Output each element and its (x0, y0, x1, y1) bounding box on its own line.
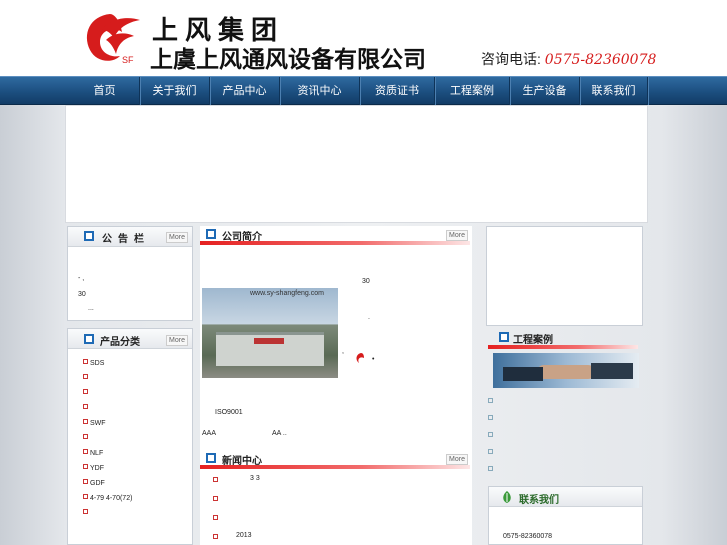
category-link[interactable]: SWF (90, 420, 106, 427)
bullet-icon (213, 496, 218, 501)
category-link[interactable]: NLF (90, 450, 103, 457)
banner (65, 105, 648, 223)
bullet-icon (213, 477, 218, 482)
news-center: 新闻中心 More 3 3 2013 (200, 450, 472, 545)
nav-item-equipment[interactable]: 生产设备 (510, 77, 580, 106)
notice-line[interactable]: ... (88, 305, 94, 312)
intro-text: 30 (362, 278, 370, 285)
square-icon (206, 453, 216, 463)
right-ad-box (486, 226, 643, 326)
intro-more-link[interactable]: More (446, 230, 468, 241)
category-link[interactable]: SDS (90, 360, 104, 367)
nav-item-certificates[interactable]: 资质证书 (360, 77, 435, 106)
notice-title: 公告栏 (102, 234, 150, 245)
bullet-icon (83, 494, 88, 499)
bullet-icon (83, 509, 88, 514)
contact-header: 联系我们 (489, 487, 642, 507)
notice-line[interactable]: 30 (78, 291, 86, 298)
handshake-image[interactable] (493, 353, 639, 388)
contact-title: 联系我们 (519, 495, 559, 506)
factory-sign (254, 338, 284, 344)
bullet-icon (83, 389, 88, 394)
intro-text[interactable]: AA .. (272, 430, 287, 437)
company-name: 上虞上风通风设备有限公司 (150, 46, 426, 72)
category-link[interactable]: 4-79 4-70(72) (90, 495, 132, 502)
bullet-icon (488, 432, 493, 437)
bullet-icon (488, 398, 493, 403)
right-sleeve (591, 363, 633, 379)
bullet-icon (83, 359, 88, 364)
hotline-number[interactable]: 0575-82360078 (545, 52, 657, 68)
contact-phone[interactable]: 0575-82360078 (503, 533, 552, 540)
title-underline (488, 345, 638, 349)
products-title: 产品分类 (100, 337, 140, 348)
notice-line[interactable]: - , (78, 275, 84, 282)
square-icon (84, 334, 94, 344)
products-more-link[interactable]: More (166, 335, 188, 346)
news-item[interactable]: 2013 (236, 532, 252, 539)
notice-more-link[interactable]: More (166, 232, 188, 243)
bullet-icon (83, 419, 88, 424)
square-icon (206, 229, 216, 239)
handshake-hands (537, 365, 595, 379)
notice-header: 公告栏 More (68, 227, 192, 247)
news-item[interactable]: 3 3 (250, 475, 260, 482)
notice-board: 公告栏 More - , 30 ... (67, 226, 193, 321)
nav-item-home[interactable]: 首页 (70, 77, 140, 106)
leaf-icon (503, 491, 511, 503)
contact-box: 联系我们 0575-82360078 (488, 486, 643, 545)
square-icon (499, 332, 509, 342)
square-icon (84, 231, 94, 241)
nav-item-cases[interactable]: 工程案例 (435, 77, 510, 106)
nav-item-about[interactable]: 关于我们 (140, 77, 210, 106)
svg-text:SF: SF (122, 55, 134, 65)
bullet-icon (213, 534, 218, 539)
hotline: 咨询电话: 0575-82360078 (481, 49, 656, 69)
bullet-icon (488, 415, 493, 420)
factory-photo[interactable]: www.sy-shangfeng.com (202, 288, 338, 378)
bullet-icon (213, 515, 218, 520)
bullet-icon (83, 404, 88, 409)
product-categories: 产品分类 More SDS SWF NLF YDF GDF 4-79 4-70(… (67, 328, 193, 545)
hotline-label: 咨询电话: (481, 51, 541, 67)
left-sleeve (503, 367, 543, 381)
company-logo[interactable]: SF (80, 10, 142, 66)
bullet-icon (488, 449, 493, 454)
intro-text: ISO9001 (215, 409, 243, 416)
mini-logo-icon (356, 353, 364, 363)
nav-item-contact[interactable]: 联系我们 (580, 77, 648, 106)
title-underline (200, 465, 470, 469)
bullet-icon (83, 479, 88, 484)
category-link[interactable]: YDF (90, 465, 104, 472)
intro-text: . (368, 314, 370, 321)
bullet-icon (83, 464, 88, 469)
company-intro: 公司简介 More www.sy-shangfeng.com 30 . , • … (200, 226, 472, 450)
main-nav: 首页 关于我们 产品中心 资讯中心 资质证书 工程案例 生产设备 联系我们 (0, 76, 727, 106)
news-more-link[interactable]: More (446, 454, 468, 465)
intro-text: • (372, 356, 375, 363)
category-link[interactable]: GDF (90, 480, 105, 487)
photo-caption: www.sy-shangfeng.com (250, 290, 324, 297)
nav-item-products[interactable]: 产品中心 (210, 77, 280, 106)
intro-text: AAA (202, 430, 217, 437)
site-header: SF 上风集团 上虞上风通风设备有限公司 咨询电话: 0575-82360078 (0, 0, 727, 76)
engineering-cases: 工程案例 (486, 328, 643, 480)
intro-text: , (342, 348, 344, 355)
bullet-icon (488, 466, 493, 471)
bullet-icon (83, 374, 88, 379)
title-underline (200, 241, 470, 245)
products-header: 产品分类 More (68, 329, 192, 349)
cases-title: 工程案例 (513, 335, 553, 346)
bullet-icon (83, 449, 88, 454)
nav-item-news[interactable]: 资讯中心 (280, 77, 360, 106)
bullet-icon (83, 434, 88, 439)
logo-mark: SF (86, 14, 140, 65)
